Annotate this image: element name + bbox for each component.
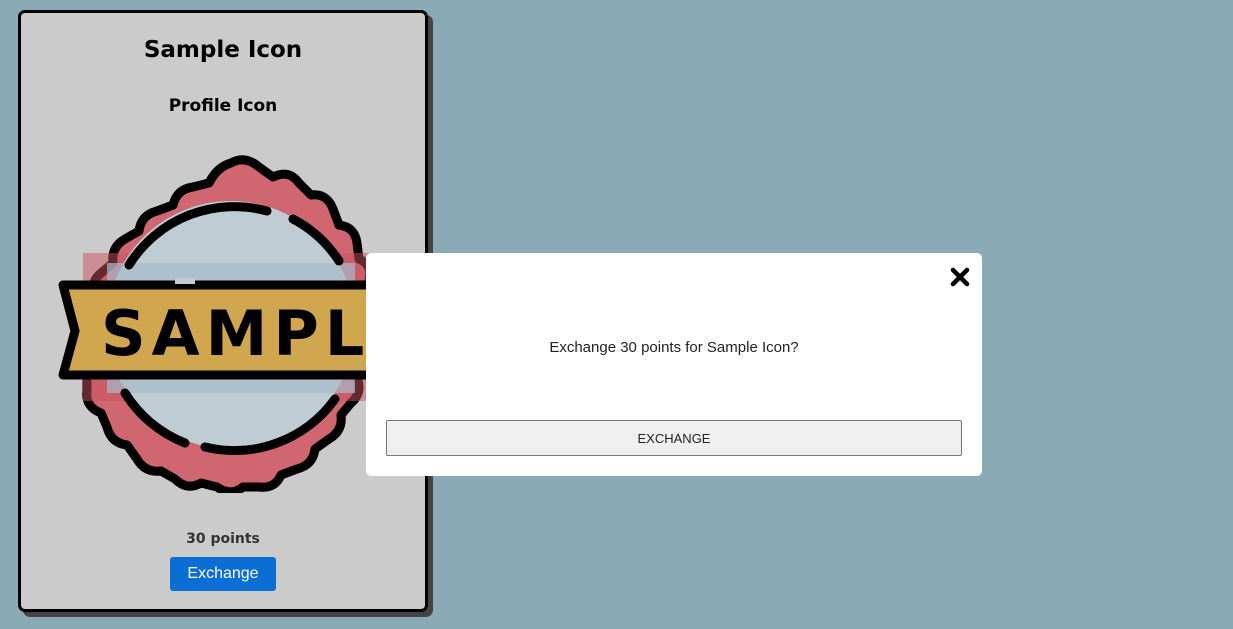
card-title: Sample Icon [143,37,303,63]
exchange-dialog: Exchange 30 points for Sample Icon? EXCH… [366,253,982,476]
card-subtitle: Profile Icon [168,96,278,116]
close-icon[interactable] [948,265,972,289]
confirm-exchange-button[interactable]: EXCHANGE [386,420,962,456]
exchange-button[interactable]: Exchange [170,557,276,591]
dialog-message: Exchange 30 points for Sample Icon? [549,339,799,356]
points-cost: 30 points [186,531,260,547]
